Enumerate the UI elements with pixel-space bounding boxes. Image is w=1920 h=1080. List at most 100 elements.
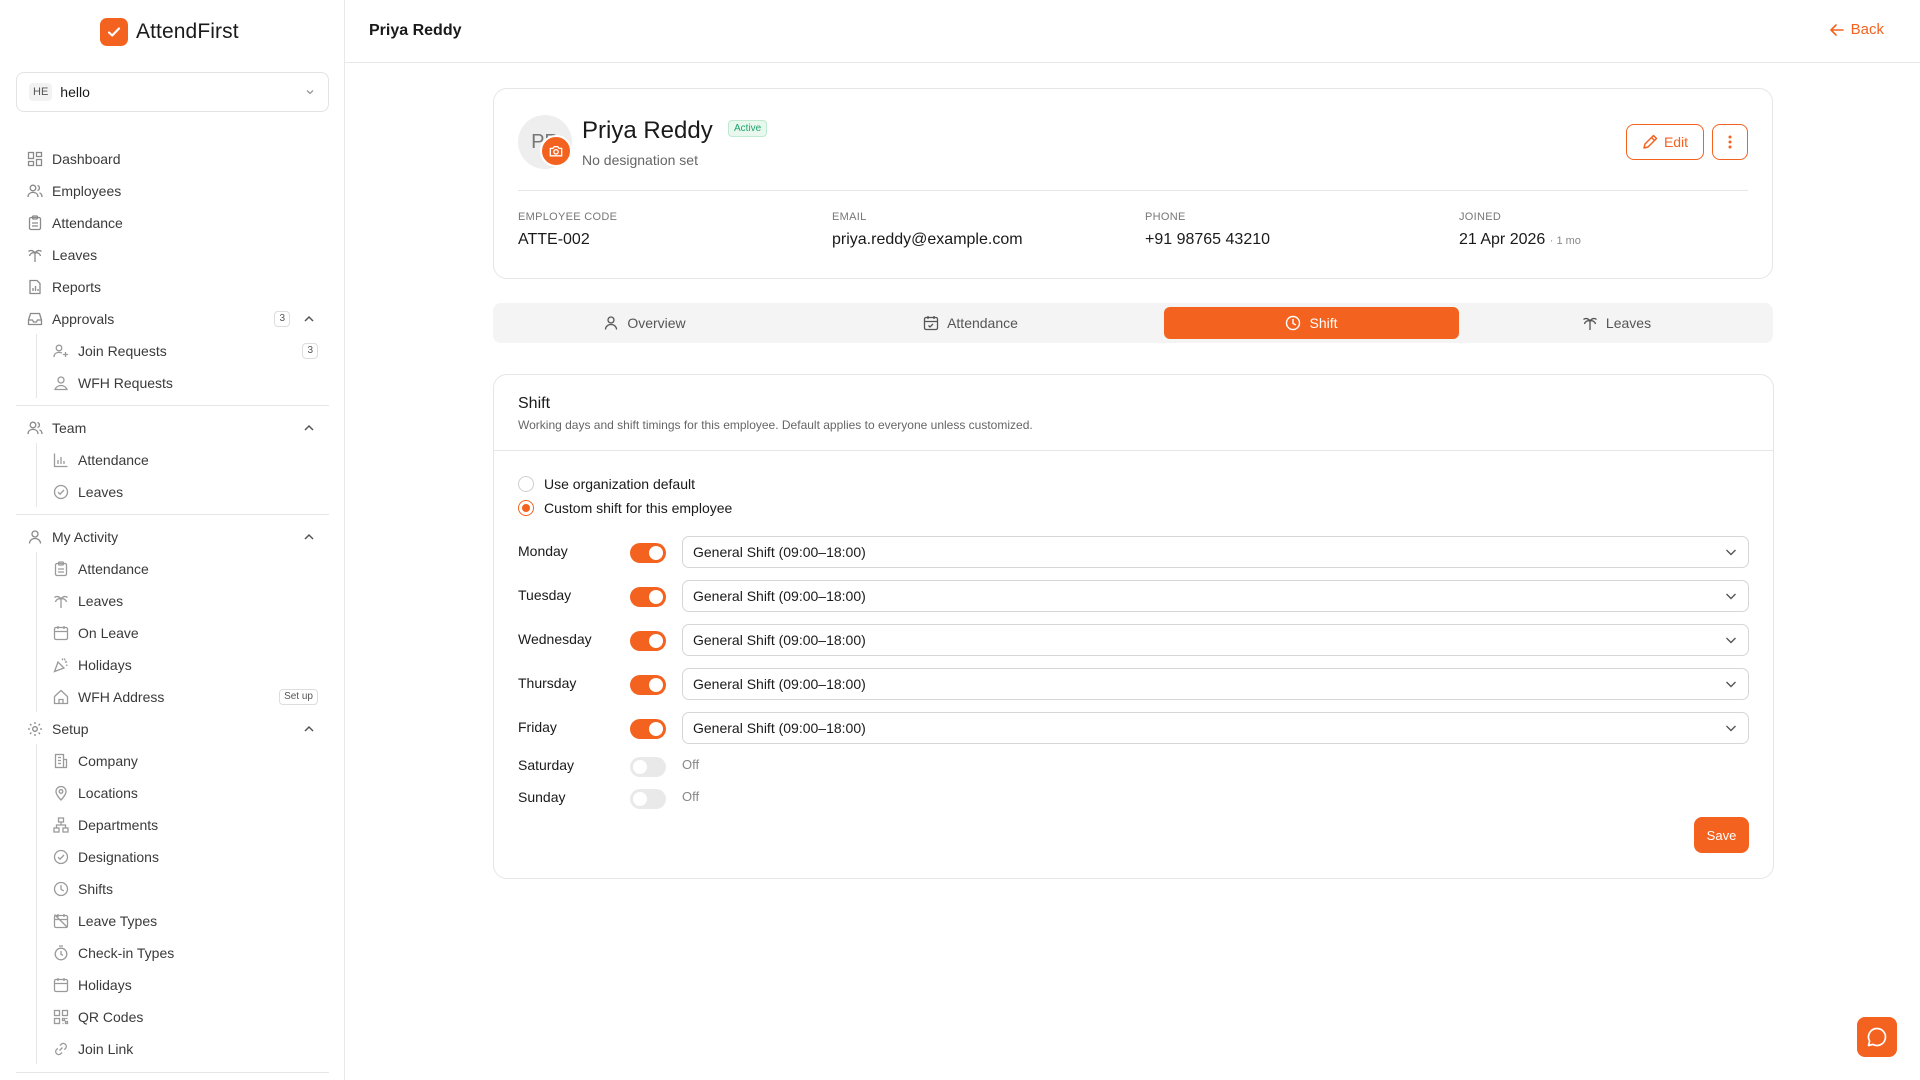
sidebar-item-dashboard[interactable]: Dashboard: [26, 148, 121, 170]
sidebar-item-label: WFH Requests: [78, 375, 173, 391]
tab-label: Attendance: [947, 315, 1018, 331]
back-button[interactable]: Back: [1829, 21, 1884, 38]
employee-profile-card: PR Priya Reddy Active No designation set…: [493, 88, 1773, 279]
day-label: Thursday: [518, 675, 577, 691]
sidebar-item-join-requests[interactable]: Join Requests 3: [52, 340, 318, 362]
tab-leaves[interactable]: Leaves: [1469, 307, 1764, 339]
qr-code-icon: [52, 1008, 70, 1026]
sidebar-item-company[interactable]: Company: [52, 750, 138, 772]
sidebar-item-locations[interactable]: Locations: [52, 782, 138, 804]
sidebar-item-checkin-types[interactable]: Check-in Types: [52, 942, 174, 964]
users-icon: [26, 419, 44, 437]
shift-select[interactable]: General Shift (09:00–18:00): [682, 624, 1749, 656]
status-badge: Active: [728, 120, 768, 137]
sidebar-item-leave-types[interactable]: Leave Types: [52, 910, 157, 932]
field-label: EMPLOYEE CODE: [518, 211, 618, 223]
day-toggle[interactable]: [630, 587, 666, 607]
sidebar-item-label: On Leave: [78, 625, 139, 641]
day-toggle[interactable]: [630, 789, 666, 809]
shift-select[interactable]: General Shift (09:00–18:00): [682, 536, 1749, 568]
day-toggle[interactable]: [630, 631, 666, 651]
arrow-left-icon: [1829, 23, 1844, 36]
day-toggle[interactable]: [630, 675, 666, 695]
section-title: Shift: [518, 395, 551, 412]
sidebar-item-join-link[interactable]: Join Link: [52, 1038, 133, 1060]
sidebar-item-label: Join Requests: [78, 343, 167, 359]
clipboard-icon: [26, 214, 44, 232]
radio-button[interactable]: [518, 476, 534, 492]
sidebar-item-label: Shifts: [78, 881, 114, 897]
chevron-up-icon[interactable]: [302, 421, 316, 435]
day-row-tuesday: Tuesday General Shift (09:00–18:00): [518, 580, 1749, 612]
sidebar-item-label: Company: [78, 753, 138, 769]
check-circle-icon: [52, 483, 70, 501]
sidebar-item-approvals[interactable]: Approvals 3: [26, 308, 316, 330]
sidebar-item-employees[interactable]: Employees: [26, 180, 121, 202]
chevron-down-icon: [306, 90, 314, 95]
radio-custom-shift[interactable]: Custom shift for this employee: [518, 500, 732, 516]
sidebar-item-wfh-requests[interactable]: WFH Requests: [52, 372, 173, 394]
sidebar-item-wfh-address[interactable]: WFH Address Set up: [52, 686, 318, 708]
organization-selector[interactable]: HE hello: [16, 72, 329, 112]
radio-organization-default[interactable]: Use organization default: [518, 476, 695, 492]
app-logo[interactable]: AttendFirst: [100, 18, 239, 46]
day-label: Wednesday: [518, 631, 592, 647]
field-label: EMAIL: [832, 211, 867, 223]
sidebar-item-my-attendance[interactable]: Attendance: [52, 558, 149, 580]
shift-settings-card: Shift Working days and shift timings for…: [493, 374, 1774, 879]
chat-support-button[interactable]: [1857, 1017, 1897, 1057]
tab-overview[interactable]: Overview: [497, 307, 792, 339]
select-value: General Shift (09:00–18:00): [693, 588, 866, 604]
org-name: hello: [60, 84, 90, 100]
app-name: AttendFirst: [136, 20, 239, 43]
sidebar-item-departments[interactable]: Departments: [52, 814, 158, 836]
sidebar-item-leaves[interactable]: Leaves: [26, 244, 97, 266]
day-toggle[interactable]: [630, 719, 666, 739]
shift-select[interactable]: General Shift (09:00–18:00): [682, 712, 1749, 744]
sidebar-item-qr-codes[interactable]: QR Codes: [52, 1006, 143, 1028]
shift-select[interactable]: General Shift (09:00–18:00): [682, 580, 1749, 612]
clipboard-icon: [52, 560, 70, 578]
sidebar-item-label: Check-in Types: [78, 945, 175, 961]
sidebar-item-shifts[interactable]: Shifts: [52, 878, 113, 900]
shift-select[interactable]: General Shift (09:00–18:00): [682, 668, 1749, 700]
save-button[interactable]: Save: [1694, 817, 1749, 853]
tab-label: Overview: [627, 315, 686, 331]
sidebar: AttendFirst HE hello Dashboard Employees…: [0, 0, 345, 1080]
calendar-off-icon: [52, 912, 70, 930]
radio-label: Custom shift for this employee: [544, 500, 733, 516]
sidebar-item-attendance[interactable]: Attendance: [26, 212, 123, 234]
sidebar-item-my-leaves[interactable]: Leaves: [52, 590, 123, 612]
sidebar-item-label: Attendance: [78, 452, 149, 468]
sidebar-divider: [16, 1072, 329, 1073]
sidebar-item-team[interactable]: Team: [26, 417, 316, 439]
org-chart-icon: [52, 816, 70, 834]
chevron-up-icon[interactable]: [302, 530, 316, 544]
sidebar-item-setup-holidays[interactable]: Holidays: [52, 974, 132, 996]
chevron-up-icon[interactable]: [302, 722, 316, 736]
sidebar-item-my-activity[interactable]: My Activity: [26, 526, 316, 548]
dashboard-grid-icon: [26, 150, 44, 168]
select-value: General Shift (09:00–18:00): [693, 676, 866, 692]
home-icon: [52, 688, 70, 706]
sidebar-item-designations[interactable]: Designations: [52, 846, 159, 868]
more-options-button[interactable]: [1712, 124, 1748, 160]
day-row-wednesday: Wednesday General Shift (09:00–18:00): [518, 624, 1749, 656]
sidebar-item-team-attendance[interactable]: Attendance: [52, 449, 149, 471]
tab-attendance[interactable]: Attendance: [823, 307, 1118, 339]
sidebar-item-setup[interactable]: Setup: [26, 718, 316, 740]
day-toggle[interactable]: [630, 757, 666, 777]
off-label: Off: [682, 789, 700, 804]
sidebar-item-on-leave[interactable]: On Leave: [52, 622, 139, 644]
tab-shift[interactable]: Shift: [1164, 307, 1459, 339]
radio-button-selected[interactable]: [518, 500, 534, 516]
chevron-up-icon[interactable]: [302, 312, 316, 326]
sidebar-item-team-leaves[interactable]: Leaves: [52, 481, 123, 503]
sidebar-item-label: WFH Address: [78, 689, 165, 705]
sidebar-item-reports[interactable]: Reports: [26, 276, 101, 298]
divider: [518, 190, 1748, 191]
edit-button[interactable]: Edit: [1626, 124, 1704, 160]
camera-icon[interactable]: [540, 135, 572, 167]
sidebar-item-my-holidays[interactable]: Holidays: [52, 654, 132, 676]
day-toggle[interactable]: [630, 543, 666, 563]
